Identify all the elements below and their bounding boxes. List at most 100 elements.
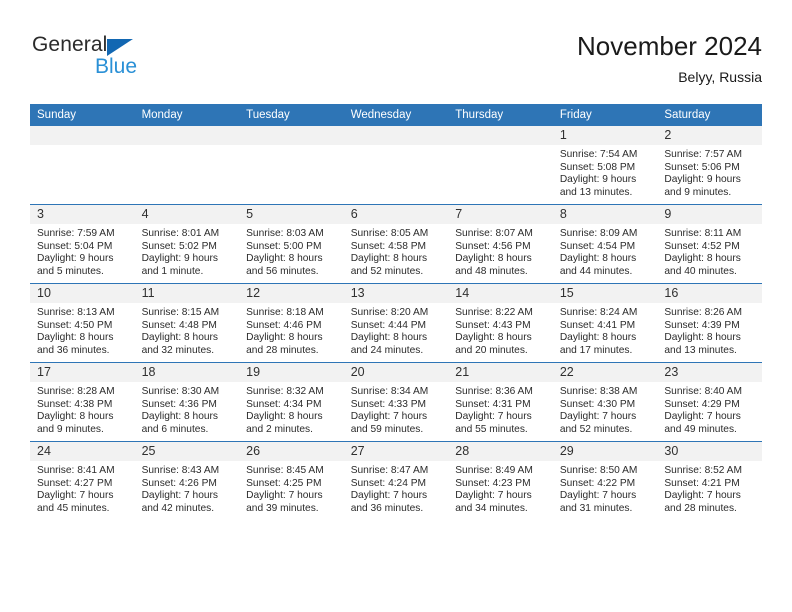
calendar-day-cell[interactable]: 22 Sunrise: 8:38 AM Sunset: 4:30 PM Dayligh… [552,362,658,442]
detail-daylight-line2: and 13 minutes. [559,186,633,198]
detail-sunrise: Sunrise: 8:18 AM [246,307,324,318]
day-details: Sunrise: 8:09 AM Sunset: 4:54 PM Daylight:… [553,224,658,278]
calendar-day-cell[interactable]: 10 Sunrise: 8:13 AM Sunset: 4:50 PM Dayligh… [30,283,135,363]
calendar-day-cell[interactable] [30,126,135,205]
day-details: Sunrise: 8:07 AM Sunset: 4:56 PM Daylight:… [448,224,553,278]
detail-daylight-line1: Daylight: 8 hours [559,332,637,344]
calendar-day-cell[interactable]: 2 Sunrise: 7:57 AM Sunset: 5:06 PM Daylight… [657,126,762,205]
detail-daylight-line2: and 59 minutes. [350,423,424,435]
calendar-day-cell[interactable]: 18 Sunrise: 8:30 AM Sunset: 4:36 PM Dayligh… [134,362,240,442]
detail-daylight-line1: Daylight: 8 hours [37,332,114,344]
detail-daylight-line2: and 40 minutes. [664,265,737,277]
weekday-header-tuesday: Tuesday [239,104,344,126]
detail-daylight-line2: and 17 minutes. [559,344,633,356]
day-number: 7 [448,205,553,224]
detail-daylight-line1: Daylight: 8 hours [246,332,323,344]
day-cell-content: 10 Sunrise: 8:13 AM Sunset: 4:50 PM Dayligh… [30,284,135,362]
calendar-day-cell[interactable]: 16 Sunrise: 8:26 AM Sunset: 4:39 PM Dayligh… [657,283,762,363]
calendar-day-cell[interactable]: 27 Sunrise: 8:47 AM Sunset: 4:24 PM Dayligh… [343,441,449,520]
calendar-day-cell[interactable]: 20 Sunrise: 8:34 AM Sunset: 4:33 PM Dayligh… [343,362,449,442]
detail-sunrise: Sunrise: 8:13 AM [37,307,115,318]
calendar-day-cell[interactable] [448,126,553,205]
detail-sunrise: Sunrise: 8:30 AM [141,386,220,397]
day-cell-empty [239,126,344,204]
detail-daylight-line2: and 44 minutes. [559,265,633,277]
day-number: 22 [552,363,658,382]
detail-sunrise: Sunrise: 8:01 AM [141,228,220,239]
calendar-day-cell[interactable]: 1 Sunrise: 7:54 AM Sunset: 5:08 PM Daylight… [552,126,658,205]
calendar-day-cell[interactable]: 9 Sunrise: 8:11 AM Sunset: 4:52 PM Daylight… [657,204,762,284]
day-details: Sunrise: 8:45 AM Sunset: 4:25 PM Daylight:… [239,461,344,515]
calendar-day-cell[interactable]: 19 Sunrise: 8:32 AM Sunset: 4:34 PM Dayligh… [239,362,344,442]
calendar-day-cell[interactable]: 21 Sunrise: 8:36 AM Sunset: 4:31 PM Dayligh… [448,362,553,442]
day-number: 18 [134,363,240,382]
detail-sunset: Sunset: 4:34 PM [246,398,322,410]
detail-daylight-line1: Daylight: 7 hours [141,490,219,502]
calendar-day-cell[interactable]: 14 Sunrise: 8:22 AM Sunset: 4:43 PM Dayligh… [448,283,553,363]
calendar-day-cell[interactable]: 17 Sunrise: 8:28 AM Sunset: 4:38 PM Dayligh… [30,362,135,442]
day-number: 27 [343,442,449,461]
detail-daylight-line2: and 6 minutes. [141,423,209,435]
detail-sunrise: Sunrise: 8:07 AM [455,228,533,239]
day-cell-content: 14 Sunrise: 8:22 AM Sunset: 4:43 PM Dayligh… [448,284,553,362]
calendar-day-cell[interactable]: 11 Sunrise: 8:15 AM Sunset: 4:48 PM Dayligh… [134,283,240,363]
detail-daylight-line1: Daylight: 9 hours [559,174,637,186]
calendar-day-cell[interactable]: 28 Sunrise: 8:49 AM Sunset: 4:23 PM Dayligh… [448,441,553,520]
calendar-day-cell[interactable] [134,126,240,205]
detail-sunset: Sunset: 4:58 PM [350,240,427,252]
day-cell-content: 29 Sunrise: 8:50 AM Sunset: 4:22 PM Dayligh… [552,442,658,520]
day-cell-content: 16 Sunrise: 8:26 AM Sunset: 4:39 PM Dayligh… [657,284,762,362]
day-cell-empty [30,126,135,204]
day-number: 17 [30,363,135,382]
calendar-day-cell[interactable]: 5 Sunrise: 8:03 AM Sunset: 5:00 PM Daylight… [239,204,344,284]
calendar-day-cell[interactable]: 15 Sunrise: 8:24 AM Sunset: 4:41 PM Dayligh… [552,283,658,363]
detail-sunset: Sunset: 4:52 PM [664,240,740,252]
weekday-header-saturday: Saturday [657,104,762,126]
calendar-day-cell[interactable] [343,126,449,205]
day-cell-content: 24 Sunrise: 8:41 AM Sunset: 4:27 PM Dayligh… [30,442,135,520]
calendar-day-cell[interactable] [239,126,344,205]
detail-sunset: Sunset: 4:41 PM [559,319,636,331]
day-details: Sunrise: 8:38 AM Sunset: 4:30 PM Daylight:… [553,382,658,436]
day-details: Sunrise: 8:49 AM Sunset: 4:23 PM Daylight:… [448,461,553,515]
day-number: 1 [552,126,658,145]
detail-sunset: Sunset: 4:22 PM [559,477,636,489]
detail-daylight-line1: Daylight: 7 hours [246,490,323,502]
detail-daylight-line1: Daylight: 8 hours [455,332,532,344]
calendar-day-cell[interactable]: 12 Sunrise: 8:18 AM Sunset: 4:46 PM Dayligh… [239,283,344,363]
detail-sunset: Sunset: 4:30 PM [559,398,636,410]
detail-sunset: Sunset: 5:02 PM [141,240,217,252]
calendar-day-cell[interactable]: 13 Sunrise: 8:20 AM Sunset: 4:44 PM Dayligh… [343,283,449,363]
detail-sunset: Sunset: 5:00 PM [246,240,322,252]
day-details: Sunrise: 8:32 AM Sunset: 4:34 PM Daylight:… [239,382,344,436]
day-cell-content: 30 Sunrise: 8:52 AM Sunset: 4:21 PM Dayligh… [657,442,762,520]
day-cell-content: 17 Sunrise: 8:28 AM Sunset: 4:38 PM Dayligh… [30,363,135,441]
day-number: 13 [343,284,449,303]
day-details: Sunrise: 8:26 AM Sunset: 4:39 PM Daylight:… [657,303,762,357]
day-details: Sunrise: 8:28 AM Sunset: 4:38 PM Daylight:… [30,382,135,436]
detail-sunset: Sunset: 4:38 PM [37,398,113,410]
detail-sunrise: Sunrise: 8:47 AM [350,465,429,476]
detail-daylight-line1: Daylight: 8 hours [455,253,532,265]
calendar-day-cell[interactable]: 26 Sunrise: 8:45 AM Sunset: 4:25 PM Dayligh… [239,441,344,520]
day-cell-content: 26 Sunrise: 8:45 AM Sunset: 4:25 PM Dayligh… [239,442,344,520]
calendar-day-cell[interactable]: 8 Sunrise: 8:09 AM Sunset: 4:54 PM Daylight… [552,204,658,284]
day-details: Sunrise: 8:15 AM Sunset: 4:48 PM Daylight:… [135,303,240,357]
calendar-body: 1 Sunrise: 7:54 AM Sunset: 5:08 PM Daylight… [30,126,762,520]
calendar-week-row: 17 Sunrise: 8:28 AM Sunset: 4:38 PM Dayligh… [30,362,762,442]
day-details: Sunrise: 7:59 AM Sunset: 5:04 PM Daylight:… [30,224,135,278]
calendar-day-cell[interactable]: 30 Sunrise: 8:52 AM Sunset: 4:21 PM Dayligh… [657,441,762,520]
calendar-day-cell[interactable]: 24 Sunrise: 8:41 AM Sunset: 4:27 PM Dayligh… [30,441,135,520]
detail-daylight-line2: and 52 minutes. [559,423,633,435]
calendar-day-cell[interactable]: 25 Sunrise: 8:43 AM Sunset: 4:26 PM Dayligh… [134,441,240,520]
detail-sunset: Sunset: 5:08 PM [559,161,636,173]
calendar-day-cell[interactable]: 4 Sunrise: 8:01 AM Sunset: 5:02 PM Daylight… [134,204,240,284]
calendar-day-cell[interactable]: 6 Sunrise: 8:05 AM Sunset: 4:58 PM Daylight… [343,204,449,284]
day-number: 9 [657,205,762,224]
day-details: Sunrise: 8:03 AM Sunset: 5:00 PM Daylight:… [239,224,344,278]
calendar-day-cell[interactable]: 29 Sunrise: 8:50 AM Sunset: 4:22 PM Dayligh… [552,441,658,520]
day-number: 26 [239,442,344,461]
calendar-day-cell[interactable]: 7 Sunrise: 8:07 AM Sunset: 4:56 PM Daylight… [448,204,553,284]
calendar-day-cell[interactable]: 23 Sunrise: 8:40 AM Sunset: 4:29 PM Dayligh… [657,362,762,442]
calendar-day-cell[interactable]: 3 Sunrise: 7:59 AM Sunset: 5:04 PM Daylight… [30,204,135,284]
